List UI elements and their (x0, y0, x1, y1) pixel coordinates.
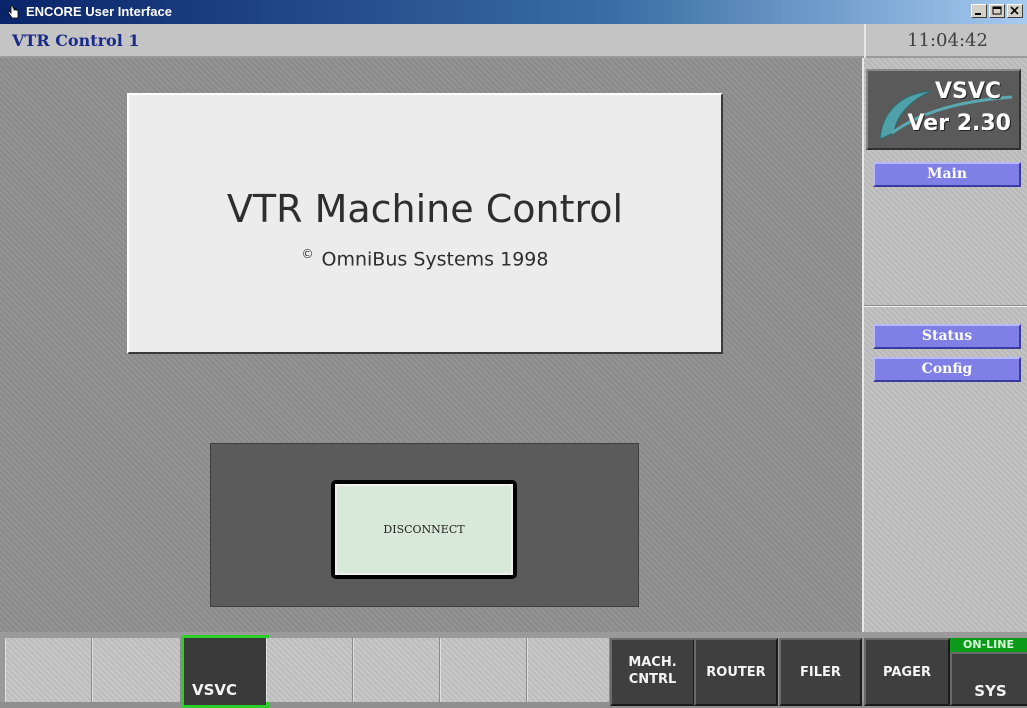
status-button[interactable]: Status (873, 324, 1021, 349)
mach-label-line1: MACH. (628, 655, 677, 670)
pager-label: PAGER (883, 665, 931, 680)
header-strip: VTR Control 1 11:04:42 (0, 24, 1027, 58)
filer-label: FILER (800, 665, 841, 680)
main-button[interactable]: Main (873, 162, 1021, 187)
clock: 11:04:42 (864, 24, 1027, 58)
mach-label-line2: CNTRL (628, 672, 677, 687)
router-button[interactable]: ROUTER (694, 638, 778, 706)
disconnect-button[interactable]: DISCONNECT (331, 480, 517, 579)
router-label: ROUTER (706, 665, 766, 680)
close-button[interactable] (1007, 4, 1023, 18)
copyright-symbol: © (301, 247, 314, 261)
disconnect-label: DISCONNECT (335, 484, 513, 575)
splash-title: VTR Machine Control (226, 187, 624, 231)
window-title: ENCORE User Interface (26, 4, 172, 19)
vsvc-logo: VSVC Ver 2.30 (866, 69, 1021, 150)
copyright-owner: OmniBus Systems 1998 (321, 248, 549, 271)
sys-button[interactable]: SYS (950, 652, 1027, 706)
online-status-badge: ON-LINE (950, 638, 1027, 652)
vsvc-button[interactable]: VSVC (181, 635, 269, 708)
empty-slot[interactable] (353, 638, 440, 702)
empty-slot[interactable] (92, 638, 181, 702)
hand-icon (7, 5, 20, 19)
filer-button[interactable]: FILER (779, 638, 862, 706)
logo-version: Ver 2.30 (907, 111, 1011, 136)
splash-panel: VTR Machine Control © OmniBus Systems 199… (127, 93, 723, 354)
minimize-button[interactable] (971, 4, 987, 18)
window-title-bar[interactable]: ENCORE User Interface (0, 0, 1027, 24)
sys-label: SYS (974, 682, 1007, 700)
empty-slot[interactable] (5, 638, 92, 702)
logo-name: VSVC (934, 79, 1001, 104)
mach-cntrl-button[interactable]: MACH. CNTRL (610, 638, 695, 706)
screen-title: VTR Control 1 (12, 31, 140, 50)
config-button[interactable]: Config (873, 357, 1021, 382)
empty-slot[interactable] (440, 638, 527, 702)
copyright-text: © OmniBus Systems 1998 (129, 247, 721, 270)
pager-button[interactable]: PAGER (864, 638, 950, 706)
empty-slot[interactable] (266, 638, 353, 702)
empty-slot[interactable] (527, 638, 610, 702)
maximize-button[interactable] (989, 4, 1005, 18)
sidebar-divider (864, 305, 1027, 307)
vsvc-label: VSVC (192, 681, 238, 699)
